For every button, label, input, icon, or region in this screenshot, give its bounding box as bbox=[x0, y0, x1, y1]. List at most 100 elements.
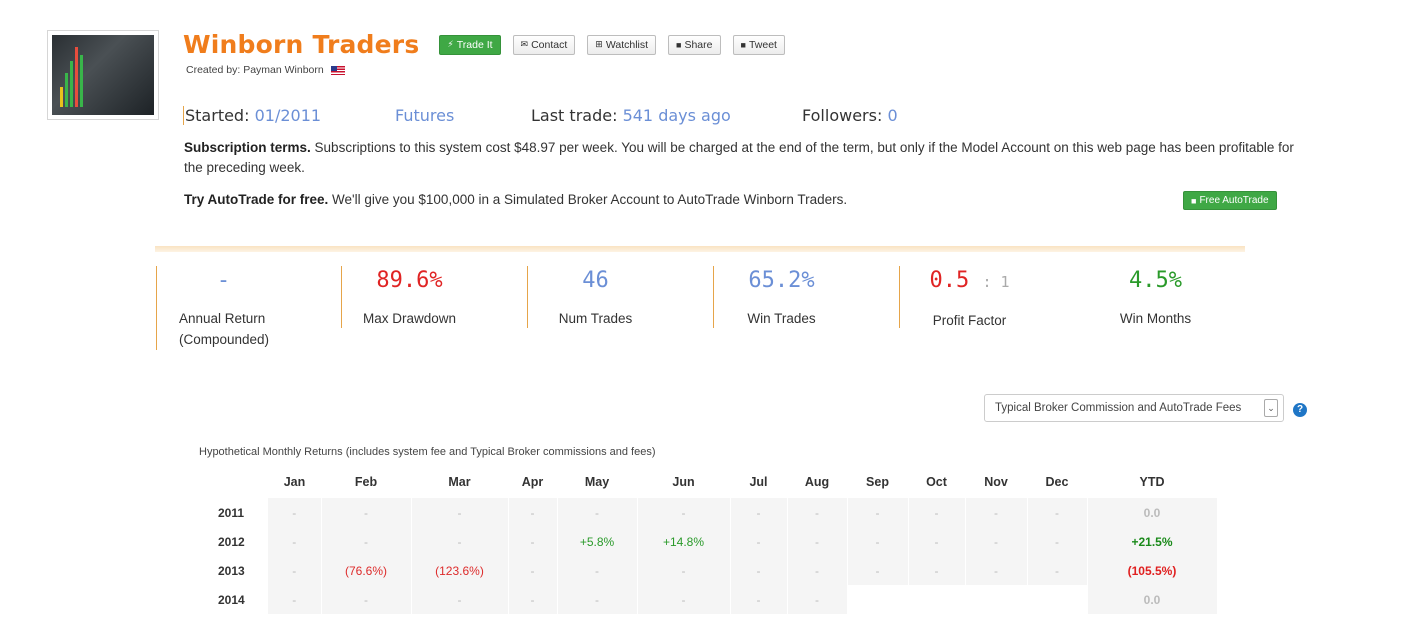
share-label: Share bbox=[684, 38, 713, 51]
table-header-cell: Dec bbox=[1045, 475, 1069, 489]
table-header-cell: Nov bbox=[984, 475, 1008, 489]
category-value[interactable]: Futures bbox=[395, 106, 454, 125]
metric-num-trades: 46 Num Trades bbox=[503, 268, 688, 329]
thumbnail-image bbox=[52, 35, 154, 115]
envelope-icon: ✉ bbox=[520, 39, 529, 49]
gift-icon: ■ bbox=[1191, 195, 1197, 206]
category-stat: Futures bbox=[395, 106, 454, 125]
month-cell bbox=[965, 585, 1028, 614]
tweet-button[interactable]: ■ Tweet bbox=[732, 34, 785, 55]
month-cell: - bbox=[908, 498, 966, 527]
table-header-cell: Feb bbox=[354, 475, 378, 489]
month-cell: - bbox=[557, 585, 638, 614]
metric-annual-return: - Annual Return (Compounded) bbox=[131, 268, 316, 350]
month-cell: - bbox=[787, 556, 848, 585]
followers-label: Followers: bbox=[802, 106, 883, 125]
month-cell: - bbox=[411, 498, 509, 527]
month-cell: - bbox=[1027, 498, 1088, 527]
table-row: 2014- - - - - - - -0.0 bbox=[198, 585, 1218, 614]
month-cell: - bbox=[321, 585, 412, 614]
month-cell: +14.8% bbox=[637, 527, 731, 556]
metric-win-months: 4.5% Win Months bbox=[1063, 268, 1248, 329]
month-cell: - bbox=[268, 498, 322, 527]
month-cell: - bbox=[730, 585, 788, 614]
started-stat: Started: 01/2011 bbox=[183, 106, 321, 125]
metric-value: 65.2% bbox=[748, 268, 815, 293]
table-header-cell: Aug bbox=[804, 475, 830, 489]
month-cell: - bbox=[908, 527, 966, 556]
year-cell: 2014 bbox=[218, 592, 245, 607]
system-thumbnail[interactable] bbox=[47, 30, 159, 120]
metric-value: 0.5 : 1 bbox=[877, 268, 1062, 298]
month-cell: - bbox=[411, 585, 509, 614]
free-autotrade-button[interactable]: ■ Free AutoTrade bbox=[1183, 191, 1277, 210]
twitter-icon: ■ bbox=[740, 39, 746, 50]
tweet-label: Tweet bbox=[748, 38, 777, 51]
month-cell: - bbox=[787, 585, 848, 614]
last-trade-value: 541 days ago bbox=[622, 106, 731, 125]
contact-label: Contact bbox=[531, 38, 568, 51]
subscription-terms: Subscription terms. Subscriptions to thi… bbox=[184, 138, 1294, 178]
month-cell: - bbox=[965, 527, 1028, 556]
month-cell: - bbox=[508, 498, 558, 527]
watchlist-button[interactable]: ⊞ Watchlist bbox=[587, 34, 657, 55]
metric-profit-factor: 0.5 : 1 Profit Factor bbox=[877, 268, 1062, 331]
month-cell: - bbox=[508, 585, 558, 614]
month-cell: - bbox=[268, 556, 322, 585]
help-icon[interactable]: ? bbox=[1293, 403, 1307, 417]
month-cell: - bbox=[787, 498, 848, 527]
table-row: 2012- - - - +5.8% +14.8% - - - - - - +21.5% bbox=[198, 527, 1218, 556]
table-row: 2011- - - - - - - - - - - -0.0 bbox=[198, 498, 1218, 527]
returns-caption: Hypothetical Monthly Returns (includes s… bbox=[199, 446, 656, 458]
metric-label: Annual Return (Compounded) bbox=[179, 311, 270, 347]
month-cell: +5.8% bbox=[557, 527, 638, 556]
system-title[interactable]: Winborn Traders bbox=[183, 30, 419, 59]
last-trade-stat: Last trade: 541 days ago bbox=[531, 106, 731, 125]
month-cell: - bbox=[730, 527, 788, 556]
autotrade-heading: Try AutoTrade for free. bbox=[184, 192, 329, 207]
metric-label: Profit Factor bbox=[932, 313, 1007, 328]
share-button[interactable]: ■ Share bbox=[668, 34, 721, 55]
contact-button[interactable]: ✉ Contact bbox=[512, 34, 576, 55]
table-header-cell: Jun bbox=[672, 475, 695, 489]
month-cell: - bbox=[908, 556, 966, 585]
month-cell: - bbox=[847, 556, 909, 585]
month-cell: - bbox=[847, 527, 909, 556]
table-header-cell: Jul bbox=[749, 475, 768, 489]
table-row: 2013- (76.6%) (123.6%) - - - - - - - - - (105.5%) bbox=[198, 556, 1218, 585]
month-cell: - bbox=[1027, 556, 1088, 585]
started-value: 01/2011 bbox=[254, 106, 322, 125]
metric-label[interactable]: Max Drawdown bbox=[317, 308, 502, 329]
table-header-cell: Sep bbox=[866, 475, 889, 489]
month-cell: - bbox=[637, 498, 731, 527]
metric-value: 46 bbox=[582, 268, 609, 293]
table-header-cell: May bbox=[584, 475, 610, 489]
autotrade-text: We'll give you $100,000 in a Simulated B… bbox=[332, 192, 848, 207]
us-flag-icon bbox=[330, 65, 345, 75]
monthly-returns-table: Jan Feb Mar Apr May Jun Jul Aug Sep Oct Nov Dec YTD … bbox=[198, 466, 1218, 614]
ytd-cell: +21.5% bbox=[1087, 527, 1218, 556]
month-cell: - bbox=[321, 498, 412, 527]
followers-value: 0 bbox=[887, 106, 898, 125]
month-cell: - bbox=[557, 498, 638, 527]
started-label: Started: bbox=[185, 106, 250, 125]
free-autotrade-label: Free AutoTrade bbox=[1199, 195, 1269, 206]
month-cell: - bbox=[965, 498, 1028, 527]
watchlist-label: Watchlist bbox=[605, 38, 649, 51]
month-cell: - bbox=[965, 556, 1028, 585]
month-cell: - bbox=[847, 498, 909, 527]
table-header-row: Jan Feb Mar Apr May Jun Jul Aug Sep Oct Nov Dec YTD bbox=[198, 466, 1217, 498]
terms-heading: Subscription terms. bbox=[184, 140, 311, 155]
fee-select[interactable]: Typical Broker Commission and AutoTrade … bbox=[984, 394, 1284, 422]
month-cell: - bbox=[411, 527, 509, 556]
created-by-text: Created by: Payman Winborn bbox=[186, 64, 324, 76]
metric-label: Win Trades bbox=[747, 311, 816, 326]
month-cell: - bbox=[637, 556, 731, 585]
month-cell: - bbox=[508, 556, 558, 585]
metric-win-trades: 65.2% Win Trades bbox=[689, 268, 874, 329]
title-row: Winborn Traders ⚡ Trade It ✉ Contact ⊞ W… bbox=[183, 30, 785, 59]
table-header-cell: YTD bbox=[1139, 475, 1165, 489]
facebook-icon: ■ bbox=[676, 39, 682, 50]
year-cell: 2012 bbox=[218, 534, 245, 549]
trade-it-button[interactable]: ⚡ Trade It bbox=[439, 34, 501, 55]
